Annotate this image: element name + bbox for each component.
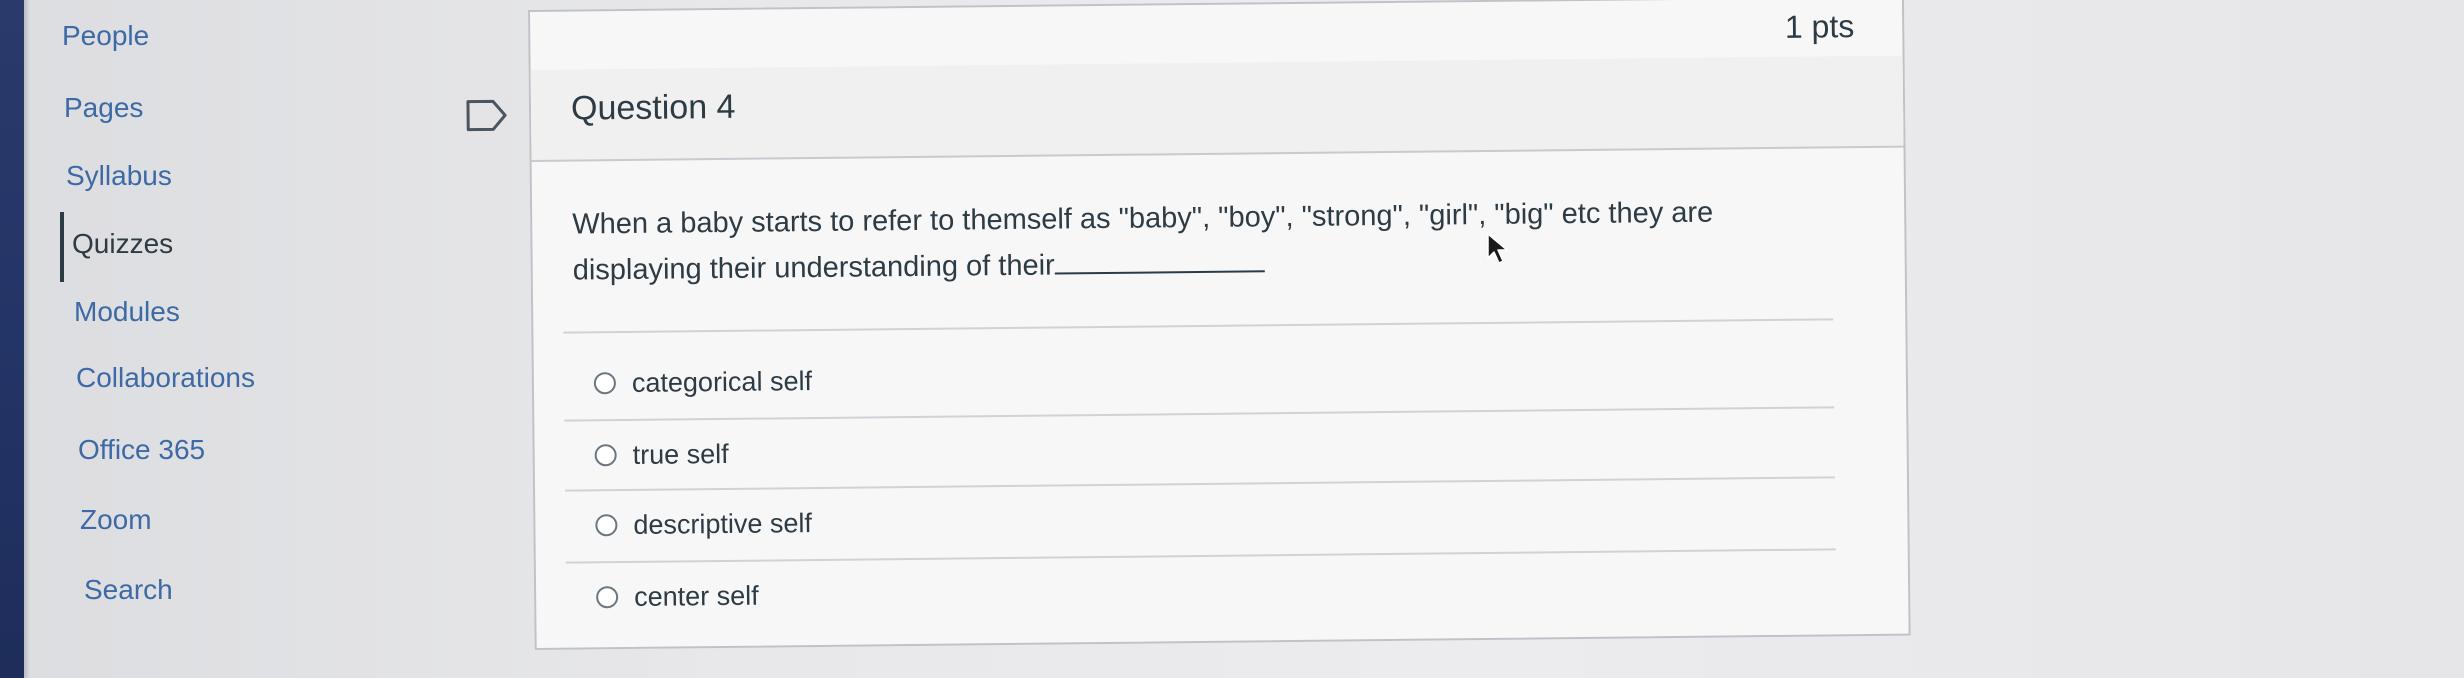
answer-label: categorical self [631,365,813,398]
course-navigation: People Pages Syllabus Quizzes Modules Co… [0,0,300,678]
mouse-cursor-icon [1487,233,1508,264]
question-title: Question 4 [570,87,736,128]
nav-item-pages[interactable]: Pages [64,92,143,124]
nav-item-search[interactable]: Search [84,574,173,606]
radio-button[interactable] [594,444,617,467]
question-card: Question 4 1 pts When a baby starts to r… [466,0,1911,650]
nav-item-office-365[interactable]: Office 365 [78,434,205,466]
answer-divider [563,318,1834,334]
question-points: 1 pts [1784,8,1855,45]
radio-button[interactable] [593,372,617,395]
question-header: Question 4 1 pts [466,8,1904,162]
answer-divider [564,406,1835,422]
active-indicator [60,212,64,282]
answer-label: center self [633,580,759,612]
nav-item-people[interactable]: People [62,20,149,52]
radio-button[interactable] [595,514,618,537]
fill-in-blank [1054,246,1265,275]
answer-option-1[interactable]: categorical self [593,361,813,403]
nav-item-syllabus[interactable]: Syllabus [66,160,172,192]
question-text-line-2-content: displaying their understanding of their [572,249,1055,287]
nav-item-quizzes[interactable]: Quizzes [72,228,173,260]
answer-divider [565,548,1836,564]
answer-label: true self [632,438,729,470]
radio-button[interactable] [596,586,619,609]
answer-label: descriptive self [633,507,813,540]
nav-item-collaborations[interactable]: Collaborations [76,362,255,394]
answer-option-2[interactable]: true self [594,434,729,475]
flag-question-icon[interactable] [465,98,509,132]
answer-option-4[interactable]: center self [596,576,759,618]
nav-item-zoom[interactable]: Zoom [80,504,152,536]
answer-option-3[interactable]: descriptive self [595,503,812,545]
question-text: When a baby starts to refer to themself … [572,188,1823,293]
answer-divider [565,476,1835,492]
nav-item-modules[interactable]: Modules [74,296,180,328]
